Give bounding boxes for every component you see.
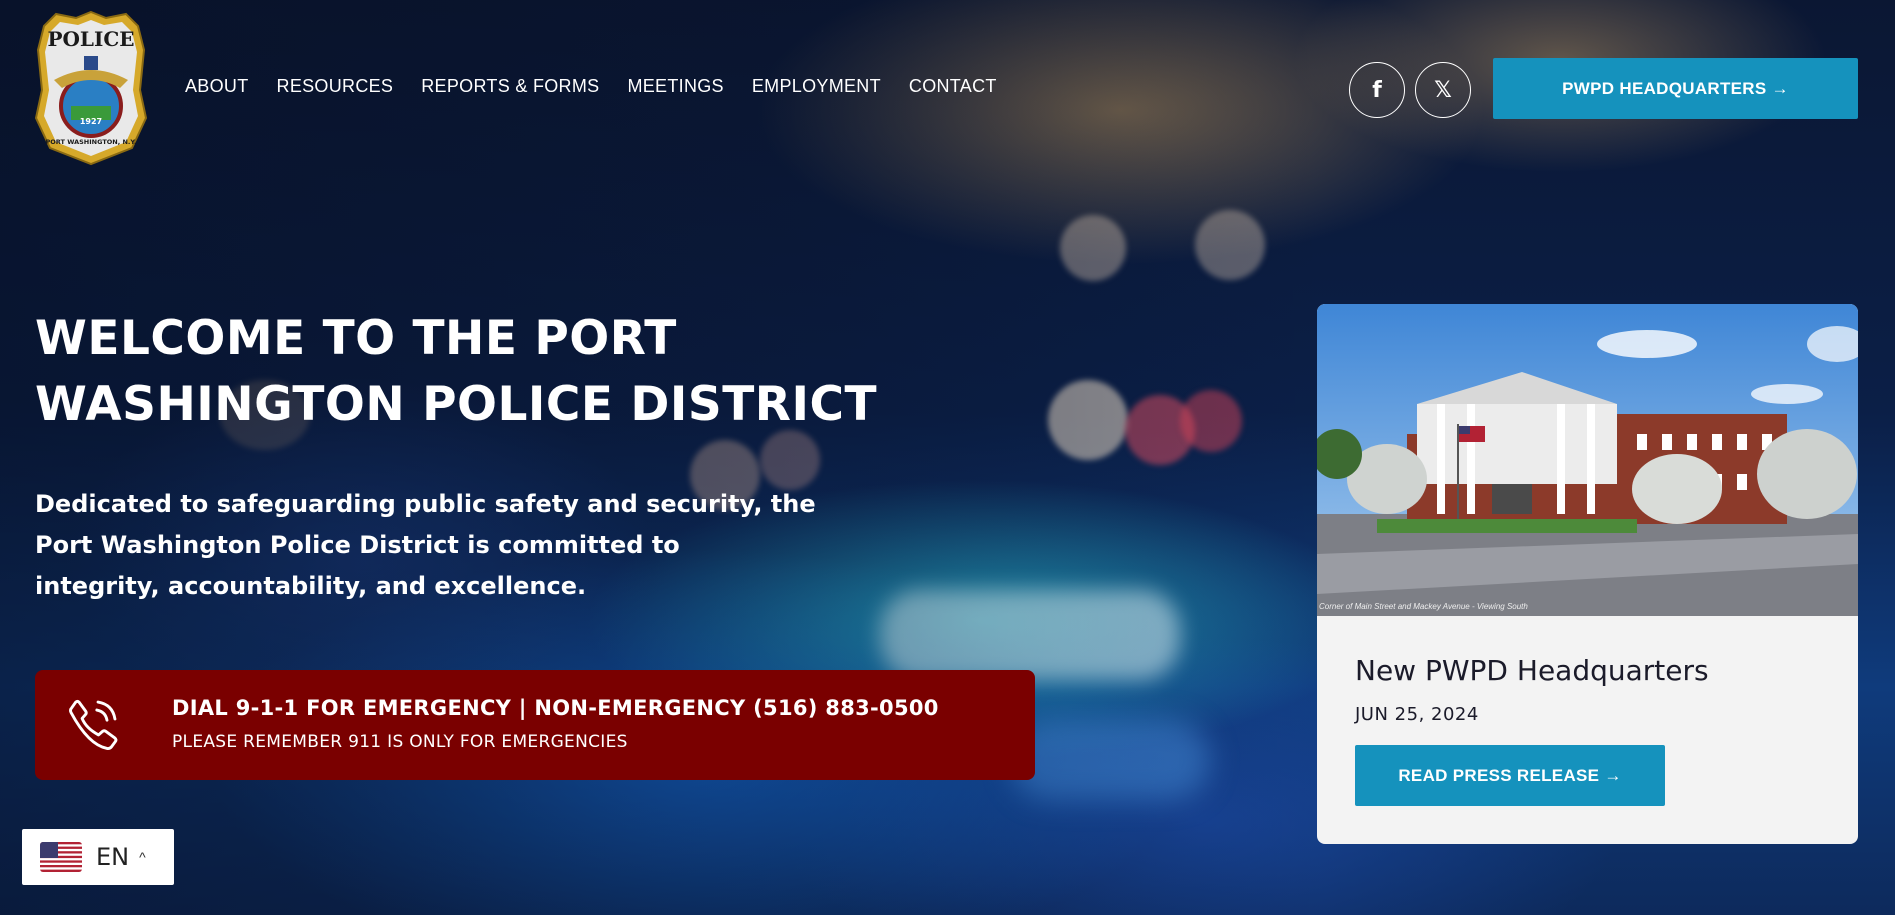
nav-item-resources[interactable]: RESOURCES (277, 76, 394, 97)
nav-item-about[interactable]: ABOUT (185, 76, 249, 97)
emergency-headline[interactable]: DIAL 9-1-1 FOR EMERGENCY | NON-EMERGENCY… (172, 696, 939, 720)
nav-item-reports-forms[interactable]: REPORTS & FORMS (421, 76, 599, 97)
hero-description-line2: Port Washington Police District is commi… (35, 531, 680, 559)
pwpd-headquarters-button[interactable]: PWPD HEADQUARTERS → (1493, 58, 1858, 119)
logo-year: 1927 (80, 117, 102, 126)
hero-description-line1: Dedicated to safeguarding public safety … (35, 490, 816, 518)
police-badge-logo[interactable]: POLICE 1927 PORT WASHINGTON, N.Y. (34, 10, 148, 166)
social-links: f 𝕏 (1349, 62, 1471, 118)
hero-title-line1: WELCOME TO THE PORT (35, 311, 677, 366)
news-card-date: JUN 25, 2024 (1355, 704, 1479, 725)
read-press-release-button[interactable]: READ PRESS RELEASE → (1355, 745, 1665, 806)
hero-title: WELCOME TO THE PORT WASHINGTON POLICE DI… (35, 306, 935, 438)
facebook-icon[interactable]: f (1349, 62, 1405, 118)
us-flag-icon (40, 842, 82, 872)
language-code: EN (96, 843, 130, 871)
emergency-subline: PLEASE REMEMBER 911 IS ONLY FOR EMERGENC… (172, 732, 628, 752)
headquarters-rendering-image[interactable] (1317, 304, 1858, 616)
hero-title-line2: WASHINGTON POLICE DISTRICT (35, 377, 878, 432)
main-navigation: ABOUT RESOURCES REPORTS & FORMS MEETINGS… (185, 76, 997, 97)
hero-description-line3: integrity, accountability, and excellenc… (35, 572, 587, 600)
nav-item-contact[interactable]: CONTACT (909, 76, 997, 97)
hero-description: Dedicated to safeguarding public safety … (35, 484, 825, 607)
chevron-up-icon: ^ (139, 849, 146, 865)
nav-item-employment[interactable]: EMPLOYMENT (752, 76, 881, 97)
emergency-banner: DIAL 9-1-1 FOR EMERGENCY | NON-EMERGENCY… (35, 670, 1035, 780)
language-selector[interactable]: EN ^ (22, 829, 174, 885)
image-caption: Corner of Main Street and Mackey Avenue … (1319, 602, 1528, 611)
phone-icon (69, 699, 118, 750)
nav-item-meetings[interactable]: MEETINGS (627, 76, 723, 97)
logo-text-town: PORT WASHINGTON, N.Y. (46, 138, 137, 146)
logo-text-police: POLICE (47, 27, 134, 51)
news-card-title[interactable]: New PWPD Headquarters (1355, 654, 1709, 687)
x-twitter-icon[interactable]: 𝕏 (1415, 62, 1471, 118)
news-card: Corner of Main Street and Mackey Avenue … (1317, 304, 1858, 844)
